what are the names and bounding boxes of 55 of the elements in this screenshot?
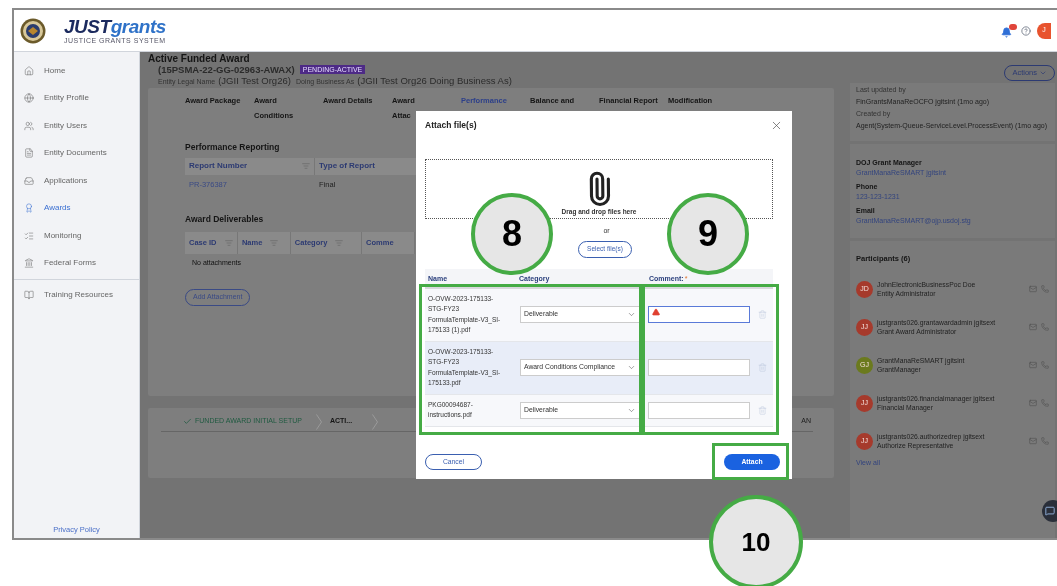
section-title: Performance Reporting xyxy=(185,141,280,154)
award-id: (15PSMA-22-GG-02963-AWAX) xyxy=(158,64,295,75)
book-icon xyxy=(24,289,34,300)
caret-icon xyxy=(627,310,636,319)
sidebar-item[interactable]: Entity Profile xyxy=(14,84,139,112)
sidebar-item[interactable]: Entity Users xyxy=(14,112,139,140)
sidebar-item[interactable]: Applications xyxy=(14,167,139,195)
comment-field[interactable] xyxy=(648,401,750,419)
document-icon xyxy=(24,148,34,159)
mail-icon[interactable] xyxy=(1029,361,1037,370)
phone-icon[interactable] xyxy=(1041,361,1049,370)
mail-icon[interactable] xyxy=(1029,323,1037,332)
bank-icon xyxy=(24,258,34,269)
legal-name: (JGII Test Org26) xyxy=(218,75,291,86)
section-title: Award Deliverables xyxy=(185,212,264,226)
close-icon[interactable] xyxy=(770,119,783,132)
logo-text: JUST xyxy=(64,17,111,36)
logo-text: grants xyxy=(110,17,166,36)
checklist-icon xyxy=(24,230,34,241)
column-header[interactable]: Report Number xyxy=(185,157,315,175)
business-name: (JGII Test Org26 Doing Business As) xyxy=(357,75,512,86)
warning-icon xyxy=(652,308,660,316)
check-icon xyxy=(183,417,192,426)
trash-icon[interactable] xyxy=(758,363,767,372)
sidebar-item[interactable]: Federal Forms xyxy=(14,249,139,277)
notification-bell-icon[interactable] xyxy=(1001,24,1015,37)
sidebar-item[interactable]: Entity Documents xyxy=(14,139,139,167)
dialog-title: Attach file(s) xyxy=(425,119,477,132)
house-icon xyxy=(24,65,34,76)
mail-icon[interactable] xyxy=(1029,399,1037,408)
comment-field[interactable] xyxy=(648,306,750,323)
seal-icon xyxy=(20,17,46,44)
phone-icon[interactable] xyxy=(1041,323,1049,332)
ribbon-icon xyxy=(24,203,34,214)
trash-icon[interactable] xyxy=(758,405,767,415)
trash-icon[interactable] xyxy=(758,310,767,319)
globe-icon xyxy=(24,93,34,104)
phone-icon[interactable] xyxy=(1041,399,1049,408)
comment-field[interactable] xyxy=(648,359,750,376)
sidebar-item[interactable]: Home xyxy=(14,57,139,85)
mail-icon[interactable] xyxy=(1029,437,1037,446)
caret-icon xyxy=(1039,69,1047,77)
chevron-icon xyxy=(315,413,322,430)
phone-icon[interactable] xyxy=(1041,285,1049,294)
chevron-icon xyxy=(372,413,379,430)
sidebar-item[interactable]: Monitoring xyxy=(14,222,139,250)
inbox-icon xyxy=(24,175,34,186)
phone-icon[interactable] xyxy=(1041,437,1049,446)
mail-icon[interactable] xyxy=(1029,285,1037,294)
caret-icon xyxy=(627,363,636,372)
sidebar-item[interactable]: Awards xyxy=(14,194,139,222)
help-icon[interactable] xyxy=(1021,25,1031,36)
users-icon xyxy=(24,120,34,131)
sidebar-item[interactable]: Training Resources xyxy=(14,281,139,309)
page-title: Active Funded Award xyxy=(148,53,251,64)
